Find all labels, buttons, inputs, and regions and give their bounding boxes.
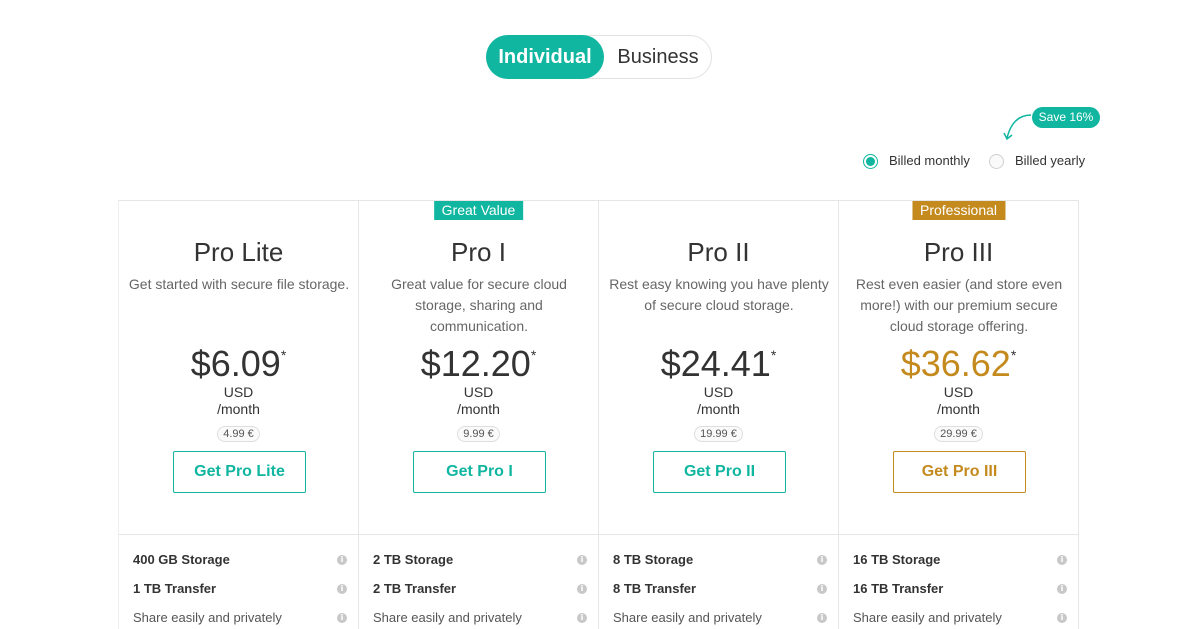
divider [839,534,1078,535]
currency-label: USD [463,384,494,400]
currency-label: USD [703,384,734,400]
curved-arrow-icon [1003,114,1032,141]
plan-card-pro-iii: Professional Pro III Rest even easier (a… [839,201,1079,629]
get-pro-iii-button[interactable]: Get Pro III [893,451,1026,493]
euro-price: 9.99 € [457,426,500,442]
feature-label: Share easily and privately [373,610,522,625]
plan-price: $6.09 [190,343,281,384]
info-icon[interactable]: i [337,584,347,594]
feature-label: 1 TB Transfer [133,581,217,596]
price-row: $6.09* [119,343,358,385]
account-type-toggle: Individual Business [486,35,712,79]
price-asterisk: * [530,347,537,363]
feature-label: 16 TB Transfer [853,581,944,596]
divider [119,534,358,535]
great-value-badge: Great Value [433,201,524,220]
get-pro-i-button[interactable]: Get Pro I [413,451,546,493]
feature-transfer: 1 TB Transfer i [133,579,347,599]
feature-label: Share easily and privately [613,610,762,625]
billed-monthly-label[interactable]: Billed monthly [889,153,970,168]
plan-price: $24.41 [660,343,771,384]
save-badge: Save 16% [1032,107,1100,128]
price-row: $24.41* [599,343,838,385]
info-icon[interactable]: i [337,613,347,623]
currency-label: USD [943,384,974,400]
feature-storage: 8 TB Storage i [613,550,827,570]
plan-description: Rest even easier (and store even more!) … [855,276,1063,334]
plan-description: Get started with secure file storage. [128,276,350,292]
feature-sharing: Share easily and privately i [853,608,1067,628]
plan-name: Pro Lite [193,237,284,267]
billing-period: /month [457,401,500,417]
plan-card-pro-ii: Pro II Rest easy knowing you have plenty… [599,201,839,629]
get-pro-ii-button[interactable]: Get Pro II [653,451,786,493]
feature-label: 16 TB Storage [853,552,941,567]
plan-card-pro-lite: Pro Lite Get started with secure file st… [119,201,359,629]
plan-price: $36.62 [900,343,1011,384]
info-icon[interactable]: i [1057,584,1067,594]
divider [359,534,598,535]
feature-label: 2 TB Storage [373,552,454,567]
info-icon[interactable]: i [1057,555,1067,565]
feature-storage: 16 TB Storage i [853,550,1067,570]
price-asterisk: * [770,347,777,363]
feature-transfer: 8 TB Transfer i [613,579,827,599]
divider [599,534,838,535]
currency-label: USD [223,384,254,400]
info-icon[interactable]: i [577,555,587,565]
plan-name: Pro III [923,237,994,267]
euro-price: 4.99 € [217,426,260,442]
get-pro-lite-button[interactable]: Get Pro Lite [173,451,306,493]
info-icon[interactable]: i [577,584,587,594]
price-asterisk: * [1010,347,1017,363]
billing-period: /month [937,401,980,417]
price-row: $12.20* [359,343,598,385]
price-asterisk: * [280,347,287,363]
feature-storage: 400 GB Storage i [133,550,347,570]
feature-label: 8 TB Transfer [613,581,697,596]
plan-card-pro-i: Great Value Pro I Great value for secure… [359,201,599,629]
plan-name: Pro II [687,237,750,267]
plan-description: Great value for secure cloud storage, sh… [391,276,567,334]
plans-grid: Pro Lite Get started with secure file st… [118,200,1079,629]
info-icon[interactable]: i [817,555,827,565]
billing-period: /month [697,401,740,417]
price-row: $36.62* [839,343,1078,385]
business-tab[interactable]: Business [604,35,712,79]
feature-label: Share easily and privately [853,610,1002,625]
plan-price: $12.20 [420,343,531,384]
info-icon[interactable]: i [817,584,827,594]
billed-monthly-radio[interactable] [863,154,878,169]
info-icon[interactable]: i [817,613,827,623]
plan-name: Pro I [451,237,506,267]
feature-label: Share easily and privately [133,610,282,625]
professional-badge: Professional [911,201,1006,220]
feature-label: 8 TB Storage [613,552,694,567]
feature-storage: 2 TB Storage i [373,550,587,570]
billing-period: /month [217,401,260,417]
feature-sharing: Share easily and privately i [373,608,587,628]
euro-price: 29.99 € [934,426,983,442]
feature-sharing: Share easily and privately i [133,608,347,628]
feature-label: 2 TB Transfer [373,581,457,596]
euro-price: 19.99 € [694,426,743,442]
info-icon[interactable]: i [577,613,587,623]
feature-label: 400 GB Storage [133,552,230,567]
info-icon[interactable]: i [337,555,347,565]
billed-yearly-radio[interactable] [989,154,1004,169]
plan-description: Rest easy knowing you have plenty of sec… [609,276,829,313]
billed-yearly-label[interactable]: Billed yearly [1015,153,1085,168]
info-icon[interactable]: i [1057,613,1067,623]
feature-sharing: Share easily and privately i [613,608,827,628]
individual-tab[interactable]: Individual [486,35,604,79]
feature-transfer: 16 TB Transfer i [853,579,1067,599]
feature-transfer: 2 TB Transfer i [373,579,587,599]
